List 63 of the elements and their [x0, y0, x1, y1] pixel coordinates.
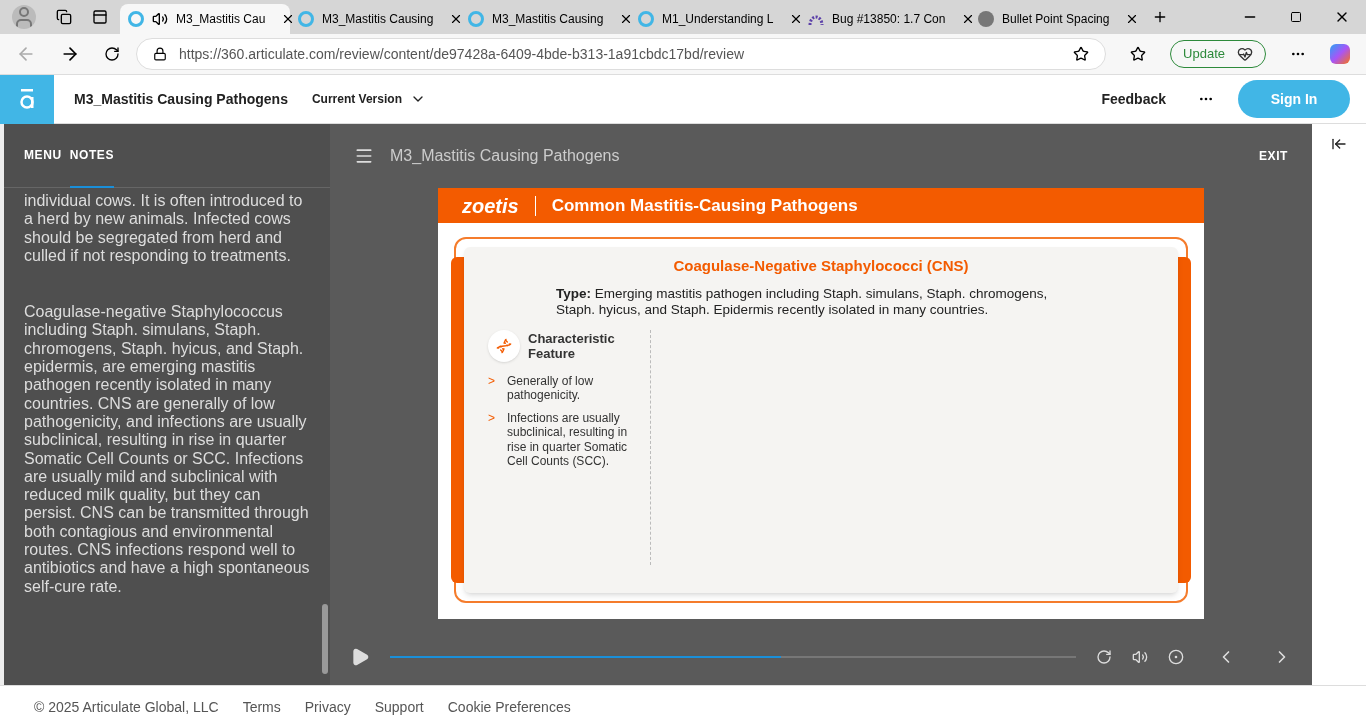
favorite-star-icon[interactable] — [1073, 46, 1090, 62]
browser-tab[interactable]: M3_Mastitis Causing — [290, 4, 460, 34]
slide-title: Common Mastitis-Causing Pathogens — [551, 194, 858, 217]
dna-icon — [488, 329, 520, 362]
ring-icon — [638, 11, 654, 27]
browser-tab[interactable]: M1_Understanding L — [630, 4, 800, 34]
exit-button[interactable]: EXIT — [1258, 147, 1288, 165]
footer-link[interactable]: Cookie Preferences — [447, 696, 571, 718]
bullet-mark: > — [488, 410, 495, 427]
ring-icon — [128, 11, 144, 27]
tab-title: Bullet Point Spacing — [1002, 11, 1110, 28]
playback-icon[interactable] — [1168, 649, 1184, 665]
browser-tab[interactable]: M3_Mastitis Causing — [460, 4, 630, 34]
volume-icon[interactable] — [1132, 649, 1148, 665]
note-paragraph: individual cows. It is often introduced to a herd by new animals. Infected cows should be segregated from herd and culled if not responding to treatments. — [24, 192, 304, 266]
lock-icon — [153, 47, 167, 61]
tab-title: M3_Mastitis Cau — [176, 11, 266, 28]
bullet-mark: > — [488, 373, 495, 390]
ring-icon — [298, 11, 314, 27]
footer-link[interactable]: Terms — [242, 696, 281, 718]
note-paragraph: Coagulase-negative Staphylococcus including Staph. simulans, Staph. chromogens, Staph. hyicus, and Staph. epidermis, are emerging mastitis pathogen recently isolated in many countries. CNS are generally of low pathogenicity, and infections are usually subclinical, resulting in rise in quarter Somatic Cell Counts or SCC. Infections are usually mild and subclinical with reduced milk quality, but they can persist. CNS can be transmitted through both contagious and environmental routes. CNS infections respond well to antibiotics and have a high spontaneous self-cure rate. — [24, 303, 311, 596]
browser-tab[interactable]: Bug #13850: 1.7 Con — [800, 4, 970, 34]
browser-tab[interactable]: Bullet Point Spacing — [970, 4, 1140, 34]
profile-icon[interactable] — [12, 5, 36, 29]
scrollbar-thumb[interactable] — [322, 604, 328, 674]
bullet-text: Infections are usually subclinical, resulting in rise in quarter Somatic Cell Counts (SCC). — [507, 410, 629, 469]
tab-title: M3_Mastitis Causing — [322, 11, 434, 28]
copyright-text: © 2025 Articulate Global, LLC — [34, 697, 219, 717]
address-bar[interactable]: https://360.articulate.com/review/content/de97428a-6409-4bde-b313-1a91cbdc17bd/review — [136, 38, 1107, 70]
collapse-icon[interactable] — [1331, 136, 1347, 152]
tab-title: M1_Understanding L — [662, 11, 774, 28]
logo-icon — [18, 88, 36, 110]
tab-title: M3_Mastitis Causing — [492, 11, 604, 28]
feedback-button[interactable]: Feedback — [1101, 88, 1166, 110]
bullet-text: Generally of low pathogenicity. — [507, 373, 595, 403]
reload-icon[interactable] — [104, 46, 120, 62]
ring-icon — [468, 11, 484, 27]
play-icon[interactable] — [350, 647, 370, 667]
collections-icon[interactable] — [56, 9, 72, 25]
browser-tab[interactable]: M3_Mastitis Cau — [120, 4, 290, 34]
course-title: M3_Mastitis Causing Pathogens — [390, 146, 620, 166]
project-title: M3_Mastitis Causing Pathogens — [74, 89, 288, 109]
replay-icon[interactable] — [1096, 649, 1112, 665]
footer-link[interactable]: Support — [374, 696, 424, 718]
circle-logo-icon — [978, 11, 994, 27]
type-description: Type: Emerging mastitis pathogen including Staph. simulans, Staph. chromogens, Staph. hyicus, and Staph. Epidermis recently isolated in many countries. — [556, 285, 1049, 318]
restore-icon[interactable] — [1290, 11, 1302, 23]
heart-pulse-icon — [1237, 46, 1253, 62]
panel-tab[interactable]: MENU — [24, 123, 62, 188]
copilot-icon[interactable] — [1330, 44, 1350, 64]
panel-tab[interactable]: NOTES — [69, 123, 115, 188]
version-dropdown[interactable]: Current Version — [311, 90, 426, 108]
card-title: Coagulase-Negative Staphylococci (CNS) — [672, 256, 970, 276]
footer-link[interactable]: Privacy — [304, 696, 351, 718]
menu-icon[interactable] — [354, 146, 374, 166]
brand-logo: zoetis — [462, 193, 519, 219]
speaker-icon[interactable] — [152, 11, 168, 27]
favorites-icon[interactable] — [1130, 46, 1147, 62]
new-tab-icon[interactable] — [1152, 9, 1168, 25]
tab-actions-icon[interactable] — [92, 9, 108, 25]
url-text: https://360.articulate.com/review/content/de97428a-6409-4bde-b313-1a91cbdc17bd/review — [179, 44, 746, 64]
tab-title: Bug #13850: 1.7 Con — [832, 11, 946, 28]
feature-heading: Characteristic Feature — [528, 330, 616, 361]
